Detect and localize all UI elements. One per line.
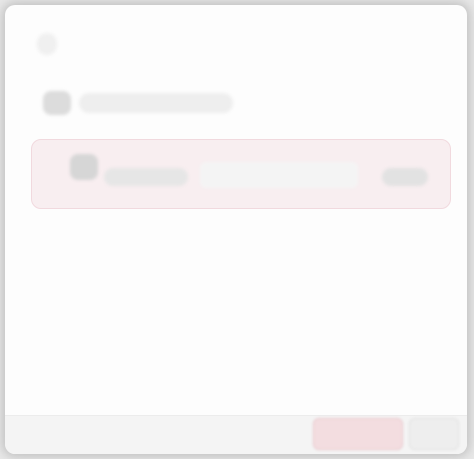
item-value-badge <box>382 168 428 186</box>
item-value-field[interactable] <box>200 162 358 188</box>
folder-icon <box>43 91 71 115</box>
item-icon <box>70 154 98 180</box>
selected-list-item[interactable] <box>31 139 451 209</box>
list-item-content <box>32 140 450 208</box>
secondary-button[interactable] <box>409 418 459 450</box>
dialog-window <box>5 5 467 454</box>
dialog-title <box>37 33 57 55</box>
dialog-footer <box>5 415 467 454</box>
primary-button[interactable] <box>313 418 403 450</box>
section-label <box>79 93 233 113</box>
item-name <box>104 168 188 186</box>
section-header <box>43 91 233 115</box>
